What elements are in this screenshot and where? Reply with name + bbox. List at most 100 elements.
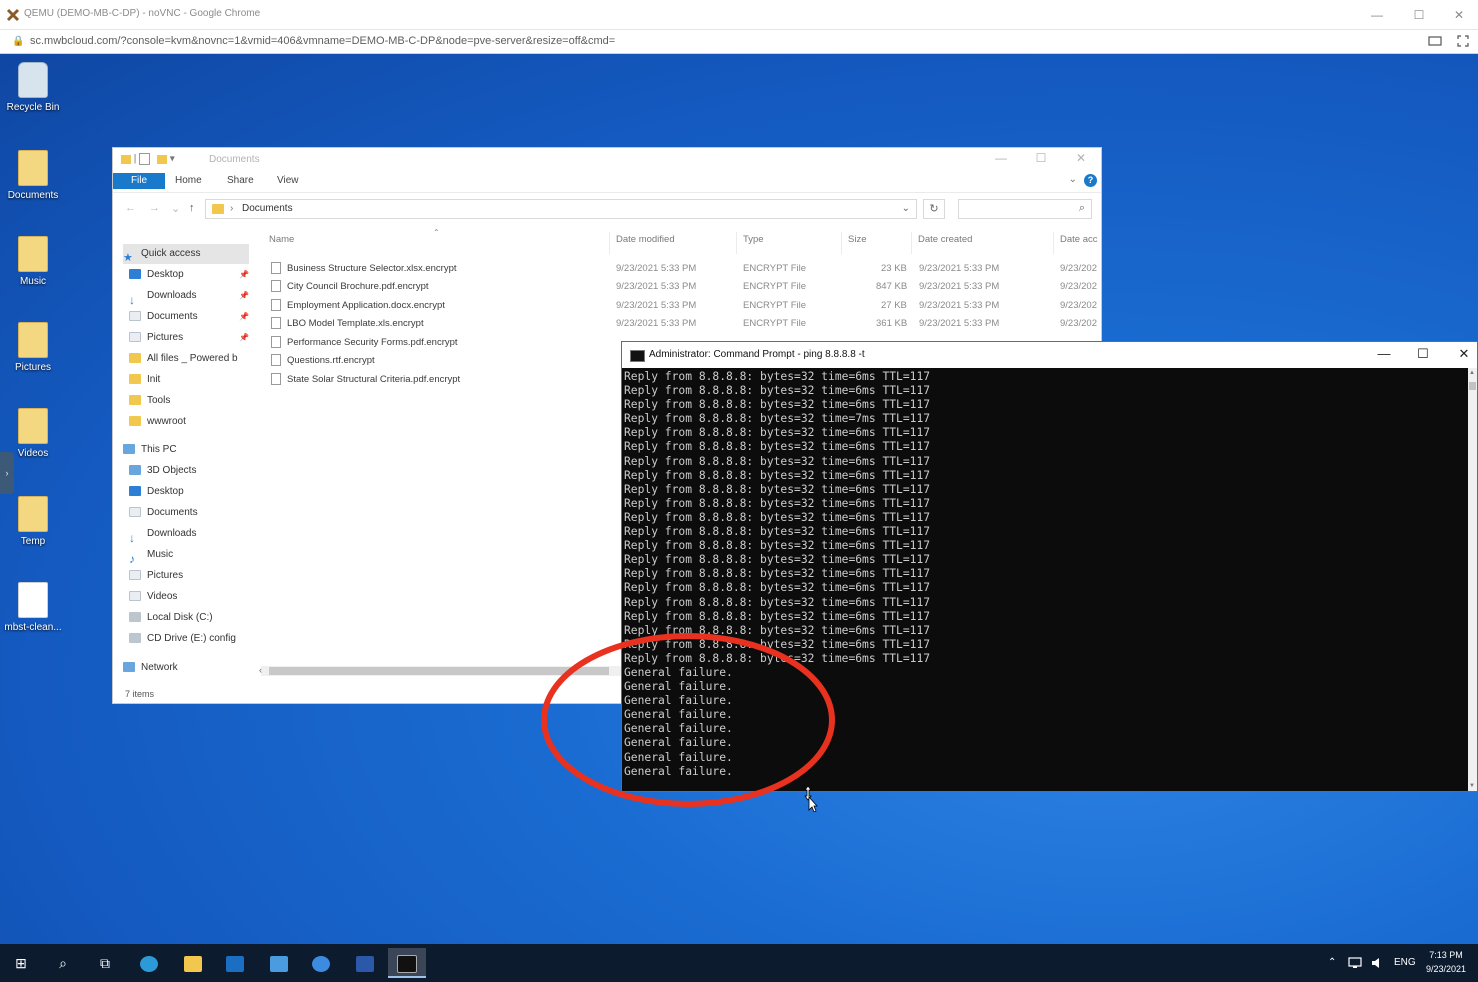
column-header-name[interactable]: Name: [269, 234, 294, 252]
address-url[interactable]: sc.mwbcloud.com/?console=kvm&novnc=1&vmi…: [30, 35, 615, 47]
column-divider[interactable]: [1053, 232, 1054, 254]
nav-pc-pictures[interactable]: Pictures: [129, 566, 251, 586]
nav-this-pc[interactable]: This PC: [123, 440, 245, 460]
scroll-up-icon[interactable]: ▲: [1469, 370, 1475, 376]
nav-qa-pictures[interactable]: Pictures 📌: [129, 328, 251, 348]
taskbar-settings[interactable]: [302, 948, 340, 978]
scroll-left-icon[interactable]: ‹: [259, 665, 262, 675]
explorer-minimize-button[interactable]: —: [981, 151, 1021, 165]
ribbon-expand-icon[interactable]: ⌄: [1069, 174, 1077, 185]
chrome-close-button[interactable]: ✕: [1444, 6, 1474, 24]
column-header-date-modified[interactable]: Date modified: [616, 234, 675, 252]
scrollbar-thumb[interactable]: [269, 667, 609, 675]
address-bar[interactable]: › Documents ⌄: [205, 199, 917, 219]
language-indicator[interactable]: ENG: [1394, 944, 1416, 982]
nav-quick-access[interactable]: ★ Quick access: [123, 244, 249, 264]
nav-pc-cd-drive[interactable]: CD Drive (E:) config: [129, 629, 251, 649]
qat-dropdown-icon[interactable]: ▾: [170, 154, 175, 165]
cmd-vertical-scrollbar[interactable]: ▲ ▼: [1468, 368, 1477, 791]
tab-view[interactable]: View: [265, 173, 311, 189]
nav-qa-downloads[interactable]: ↓ Downloads 📌: [129, 286, 251, 306]
nav-qa-wwwroot[interactable]: wwwroot: [129, 412, 251, 432]
cmd-output[interactable]: Reply from 8.8.8.8: bytes=32 time=6ms TT…: [624, 370, 1464, 779]
command-prompt-window[interactable]: Administrator: Command Prompt - ping 8.8…: [621, 341, 1478, 792]
screen-cast-icon[interactable]: [1428, 34, 1442, 48]
breadcrumb-documents[interactable]: Documents: [242, 203, 293, 214]
taskbar-server-manager[interactable]: [260, 948, 298, 978]
desktop-icon-recycle-bin[interactable]: Recycle Bin: [0, 62, 66, 113]
file-row[interactable]: City Council Brochure.pdf.encrypt 9/23/2…: [267, 278, 1103, 296]
quick-access-toolbar[interactable]: | ▾: [121, 153, 175, 165]
column-header-date-accessed[interactable]: Date acc: [1060, 234, 1098, 252]
desktop-icon-documents[interactable]: Documents: [0, 150, 66, 201]
column-header-date-created[interactable]: Date created: [918, 234, 972, 252]
desktop-icon-mbst-clean[interactable]: mbst-clean...: [0, 582, 66, 633]
cmd-line-reply: Reply from 8.8.8.8: bytes=32 time=6ms TT…: [624, 398, 931, 412]
desktop-icon-music[interactable]: Music: [0, 236, 66, 287]
nav-pc-desktop[interactable]: Desktop: [129, 482, 251, 502]
nav-qa-allfiles[interactable]: All files _ Powered b: [129, 349, 251, 369]
nav-qa-desktop[interactable]: Desktop 📌: [129, 265, 251, 285]
properties-icon[interactable]: [139, 153, 151, 165]
nav-network[interactable]: Network: [123, 658, 245, 678]
explorer-close-button[interactable]: ✕: [1061, 151, 1101, 165]
fullscreen-icon[interactable]: [1456, 34, 1470, 48]
volume-icon[interactable]: [1370, 956, 1384, 970]
novnc-side-tab[interactable]: ›: [0, 452, 14, 494]
column-divider[interactable]: [609, 232, 610, 254]
tray-chevron-icon[interactable]: ⌃: [1328, 944, 1336, 982]
desktop-icon-temp[interactable]: Temp: [0, 496, 66, 547]
taskbar-edge[interactable]: [130, 948, 168, 978]
nav-qa-documents[interactable]: Documents 📌: [129, 307, 251, 327]
chrome-maximize-button[interactable]: ☐: [1404, 6, 1434, 24]
file-row[interactable]: LBO Model Template.xls.encrypt 9/23/2021…: [267, 315, 1103, 333]
back-button[interactable]: ←: [125, 202, 136, 214]
tab-file[interactable]: File: [113, 173, 165, 189]
nav-pc-documents[interactable]: Documents: [129, 503, 251, 523]
nav-pc-3d-objects[interactable]: 3D Objects: [129, 461, 251, 481]
scrollbar-thumb[interactable]: [1469, 382, 1476, 390]
desktop-icon-pictures[interactable]: Pictures: [0, 322, 66, 373]
taskbar-outlook[interactable]: [216, 948, 254, 978]
refresh-button[interactable]: ↻: [923, 199, 945, 219]
scroll-down-icon[interactable]: ▼: [1469, 783, 1475, 789]
taskbar-command-prompt[interactable]: [388, 948, 426, 978]
start-button[interactable]: ⊞: [2, 948, 40, 978]
taskbar-file-explorer[interactable]: [174, 948, 212, 978]
tab-share[interactable]: Share: [215, 173, 266, 189]
help-icon[interactable]: ?: [1084, 174, 1097, 187]
cmd-minimize-button[interactable]: —: [1364, 346, 1404, 361]
nav-qa-init[interactable]: Init: [129, 370, 251, 390]
tab-home[interactable]: Home: [163, 173, 214, 189]
up-button[interactable]: ↑: [189, 202, 195, 214]
search-input[interactable]: ⌕: [958, 199, 1092, 219]
forward-button[interactable]: →: [149, 202, 160, 214]
cmd-maximize-button[interactable]: ☐: [1403, 346, 1443, 362]
horizontal-scrollbar[interactable]: ‹: [259, 665, 621, 676]
system-clock[interactable]: 7:13 PM 9/23/2021: [1422, 948, 1470, 976]
cmd-close-button[interactable]: ✕: [1444, 346, 1478, 362]
taskbar-powershell[interactable]: [346, 948, 384, 978]
nav-pc-local-disk[interactable]: Local Disk (C:): [129, 608, 251, 628]
explorer-maximize-button[interactable]: ☐: [1021, 151, 1061, 165]
recent-locations-button[interactable]: ⌄: [171, 202, 180, 215]
chrome-address-bar[interactable]: 🔒 sc.mwbcloud.com/?console=kvm&novnc=1&v…: [0, 30, 1478, 54]
column-divider[interactable]: [736, 232, 737, 254]
nav-pc-music[interactable]: ♪ Music: [129, 545, 251, 565]
file-row[interactable]: Business Structure Selector.xlsx.encrypt…: [267, 260, 1103, 278]
column-divider[interactable]: [841, 232, 842, 254]
search-button[interactable]: ⌕: [44, 948, 82, 978]
task-view-button[interactable]: ⧉: [86, 948, 124, 978]
column-divider[interactable]: [911, 232, 912, 254]
chrome-minimize-button[interactable]: —: [1362, 6, 1392, 24]
nav-pc-videos[interactable]: Videos: [129, 587, 251, 607]
file-row[interactable]: Employment Application.docx.encrypt 9/23…: [267, 297, 1103, 315]
cmd-title-bar[interactable]: Administrator: Command Prompt - ping 8.8…: [622, 342, 1477, 368]
new-folder-icon[interactable]: [156, 154, 167, 164]
nav-qa-tools[interactable]: Tools: [129, 391, 251, 411]
address-dropdown-icon[interactable]: ⌄: [902, 203, 910, 214]
column-header-type[interactable]: Type: [743, 234, 764, 252]
network-icon[interactable]: [1348, 956, 1362, 970]
nav-pc-downloads[interactable]: ↓ Downloads: [129, 524, 251, 544]
column-header-size[interactable]: Size: [848, 234, 866, 252]
